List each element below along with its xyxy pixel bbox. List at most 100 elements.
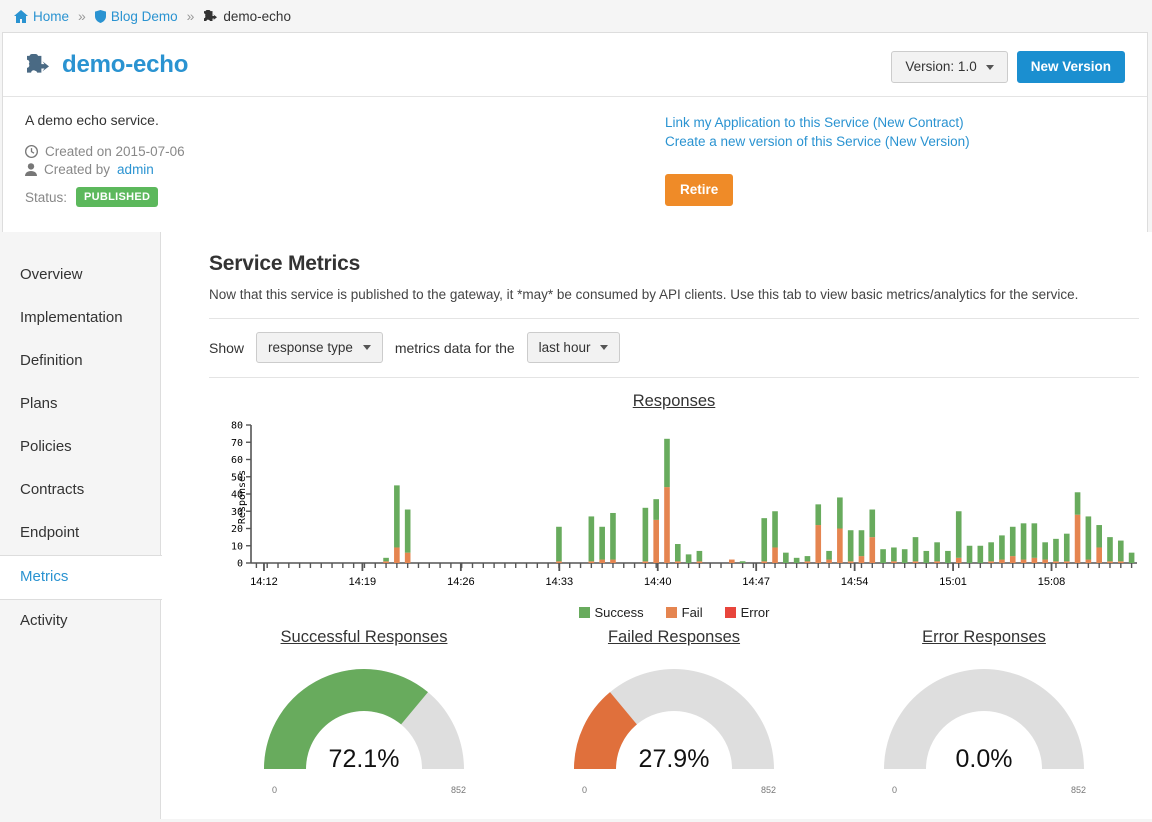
home-icon bbox=[14, 9, 28, 23]
metrics-content: Service Metrics Now that this service is… bbox=[161, 232, 1152, 819]
gauge-value-error: 0.0% bbox=[955, 745, 1013, 773]
show-label: Show bbox=[209, 339, 245, 356]
metrics-data-label: metrics data for the bbox=[394, 339, 515, 356]
sidebar-item-contracts[interactable]: Contracts bbox=[0, 469, 160, 512]
service-info: A demo echo service. Created on 2015-07-… bbox=[24, 112, 665, 207]
gauge-min-success: 0 bbox=[272, 785, 278, 795]
gauge-value-fail: 27.9% bbox=[638, 745, 710, 773]
svg-text:15:08: 15:08 bbox=[1038, 576, 1066, 588]
gauge-failed-responses: Failed Responses 27.9% 0 852 bbox=[519, 628, 829, 795]
breadcrumb-item-home[interactable]: Home bbox=[14, 9, 69, 24]
retire-button-wrap: Retire bbox=[665, 174, 970, 207]
main-split: Overview Implementation Definition Plans… bbox=[0, 232, 1152, 819]
breadcrumb-label-current: demo-echo bbox=[223, 8, 291, 24]
created-on-row: Created on 2015-07-06 bbox=[24, 144, 665, 159]
clock-icon bbox=[24, 144, 39, 159]
period-value: last hour bbox=[538, 340, 591, 355]
service-header-actions: Version: 1.0 New Version bbox=[891, 51, 1125, 84]
gauge-holder-error: 0.0% 0 852 bbox=[870, 651, 1098, 795]
legend-swatch-error bbox=[724, 607, 736, 618]
chart-legend: Success Fail Error bbox=[209, 605, 1139, 620]
gauge-title-fail: Failed Responses bbox=[607, 628, 741, 646]
legend-swatch-fail bbox=[665, 607, 677, 618]
svg-text:Responses: Responses bbox=[237, 470, 248, 524]
svg-text:14:26: 14:26 bbox=[447, 576, 475, 588]
svg-text:14:47: 14:47 bbox=[742, 576, 770, 588]
breadcrumb: Home » Blog Demo » demo-echo bbox=[0, 0, 1152, 32]
section-title: Service Metrics bbox=[209, 252, 361, 275]
breadcrumb-separator: » bbox=[78, 8, 86, 24]
chevron-down-icon bbox=[600, 345, 609, 350]
svg-text:14:54: 14:54 bbox=[841, 576, 869, 588]
svg-text:15:01: 15:01 bbox=[939, 576, 967, 588]
created-by-label: Created by bbox=[44, 162, 111, 177]
gauge-max-fail: 852 bbox=[760, 785, 776, 795]
sidebar-item-plans[interactable]: Plans bbox=[0, 383, 160, 426]
version-select-label: Version: 1.0 bbox=[905, 59, 977, 74]
gauge-holder-fail: 27.9% 0 852 bbox=[560, 651, 788, 795]
legend-label-error: Error bbox=[740, 605, 770, 620]
divider bbox=[209, 377, 1139, 378]
svg-text:70: 70 bbox=[231, 438, 243, 449]
responses-chart-svg: 01020304050607080Responses14:12 14:19 14:2… bbox=[231, 421, 1137, 588]
sidebar-item-metrics[interactable]: Metrics bbox=[0, 555, 162, 600]
create-new-version-link[interactable]: Create a new version of this Service (Ne… bbox=[665, 133, 970, 151]
response-type-select[interactable]: response type bbox=[256, 332, 383, 363]
legend-label-success: Success bbox=[594, 605, 644, 620]
section-description: Now that this service is published to th… bbox=[209, 287, 1079, 302]
svg-text:60: 60 bbox=[231, 455, 243, 466]
service-body: A demo echo service. Created on 2015-07-… bbox=[24, 97, 1125, 207]
gauge-min-fail: 0 bbox=[582, 785, 588, 795]
legend-item-error: Error bbox=[724, 605, 770, 620]
svg-text:14:19: 14:19 bbox=[349, 576, 377, 588]
breadcrumb-item-org[interactable]: Blog Demo bbox=[94, 8, 178, 24]
legend-item-fail: Fail bbox=[665, 605, 703, 620]
responses-chart-title: Responses bbox=[632, 392, 716, 410]
retire-button[interactable]: Retire bbox=[665, 174, 734, 207]
svg-text:20: 20 bbox=[231, 524, 243, 535]
svg-text:14:40: 14:40 bbox=[644, 576, 672, 588]
sidebar-item-overview[interactable]: Overview bbox=[0, 254, 160, 297]
status-label: Status: bbox=[25, 189, 68, 205]
chevron-down-icon bbox=[985, 64, 994, 70]
status-row: Status: PUBLISHED bbox=[25, 187, 665, 207]
sidebar-item-endpoint[interactable]: Endpoint bbox=[0, 512, 160, 555]
responses-bar-chart[interactable]: 0 10 20 30 40 50 60 70 80 Responses 14:12 14:19 14:2… bbox=[209, 419, 1139, 600]
service-header-card: demo-echo Version: 1.0 New Version A dem… bbox=[2, 32, 1148, 232]
status-badge: PUBLISHED bbox=[76, 187, 159, 207]
gauge-title-success: Successful Responses bbox=[280, 628, 448, 646]
gauge-max-success: 852 bbox=[450, 785, 466, 795]
svg-text:10: 10 bbox=[231, 541, 243, 552]
svg-text:80: 80 bbox=[231, 421, 243, 432]
metrics-filter-bar: Show response type metrics data for the … bbox=[209, 319, 1139, 377]
service-actions: Link my Application to this Service (New… bbox=[665, 112, 970, 207]
sidebar-item-definition[interactable]: Definition bbox=[0, 340, 160, 383]
response-type-value: response type bbox=[268, 340, 353, 355]
sidebar-item-activity[interactable]: Activity bbox=[0, 600, 160, 643]
period-select[interactable]: last hour bbox=[526, 332, 621, 363]
service-description: A demo echo service. bbox=[25, 112, 159, 128]
created-on-label: Created on 2015-07-06 bbox=[45, 144, 185, 159]
shield-icon bbox=[94, 9, 106, 23]
user-icon bbox=[25, 163, 37, 176]
breadcrumb-label-org: Blog Demo bbox=[110, 8, 178, 24]
svg-text:14:12: 14:12 bbox=[250, 576, 278, 588]
gauge-max-error: 852 bbox=[1070, 785, 1086, 795]
version-select-button[interactable]: Version: 1.0 bbox=[891, 51, 1008, 84]
breadcrumb-item-current: demo-echo bbox=[203, 9, 291, 24]
link-application-link[interactable]: Link my Application to this Service (New… bbox=[665, 114, 970, 132]
created-by-user-link[interactable]: admin bbox=[117, 162, 154, 177]
chevron-down-icon bbox=[362, 345, 371, 350]
gauge-min-error: 0 bbox=[892, 785, 898, 795]
puzzle-icon bbox=[25, 54, 51, 76]
sidebar-item-implementation[interactable]: Implementation bbox=[0, 297, 160, 340]
gauge-title-error: Error Responses bbox=[922, 628, 1046, 646]
puzzle-icon bbox=[203, 9, 218, 23]
breadcrumb-separator: » bbox=[186, 8, 195, 24]
sidebar-item-policies[interactable]: Policies bbox=[0, 426, 160, 469]
new-version-button[interactable]: New Version bbox=[1016, 51, 1125, 84]
gauge-value-success: 72.1% bbox=[328, 745, 400, 773]
svg-text:14:33: 14:33 bbox=[546, 576, 574, 588]
legend-label-fail: Fail bbox=[681, 605, 703, 620]
page-title: demo-echo bbox=[62, 51, 189, 78]
